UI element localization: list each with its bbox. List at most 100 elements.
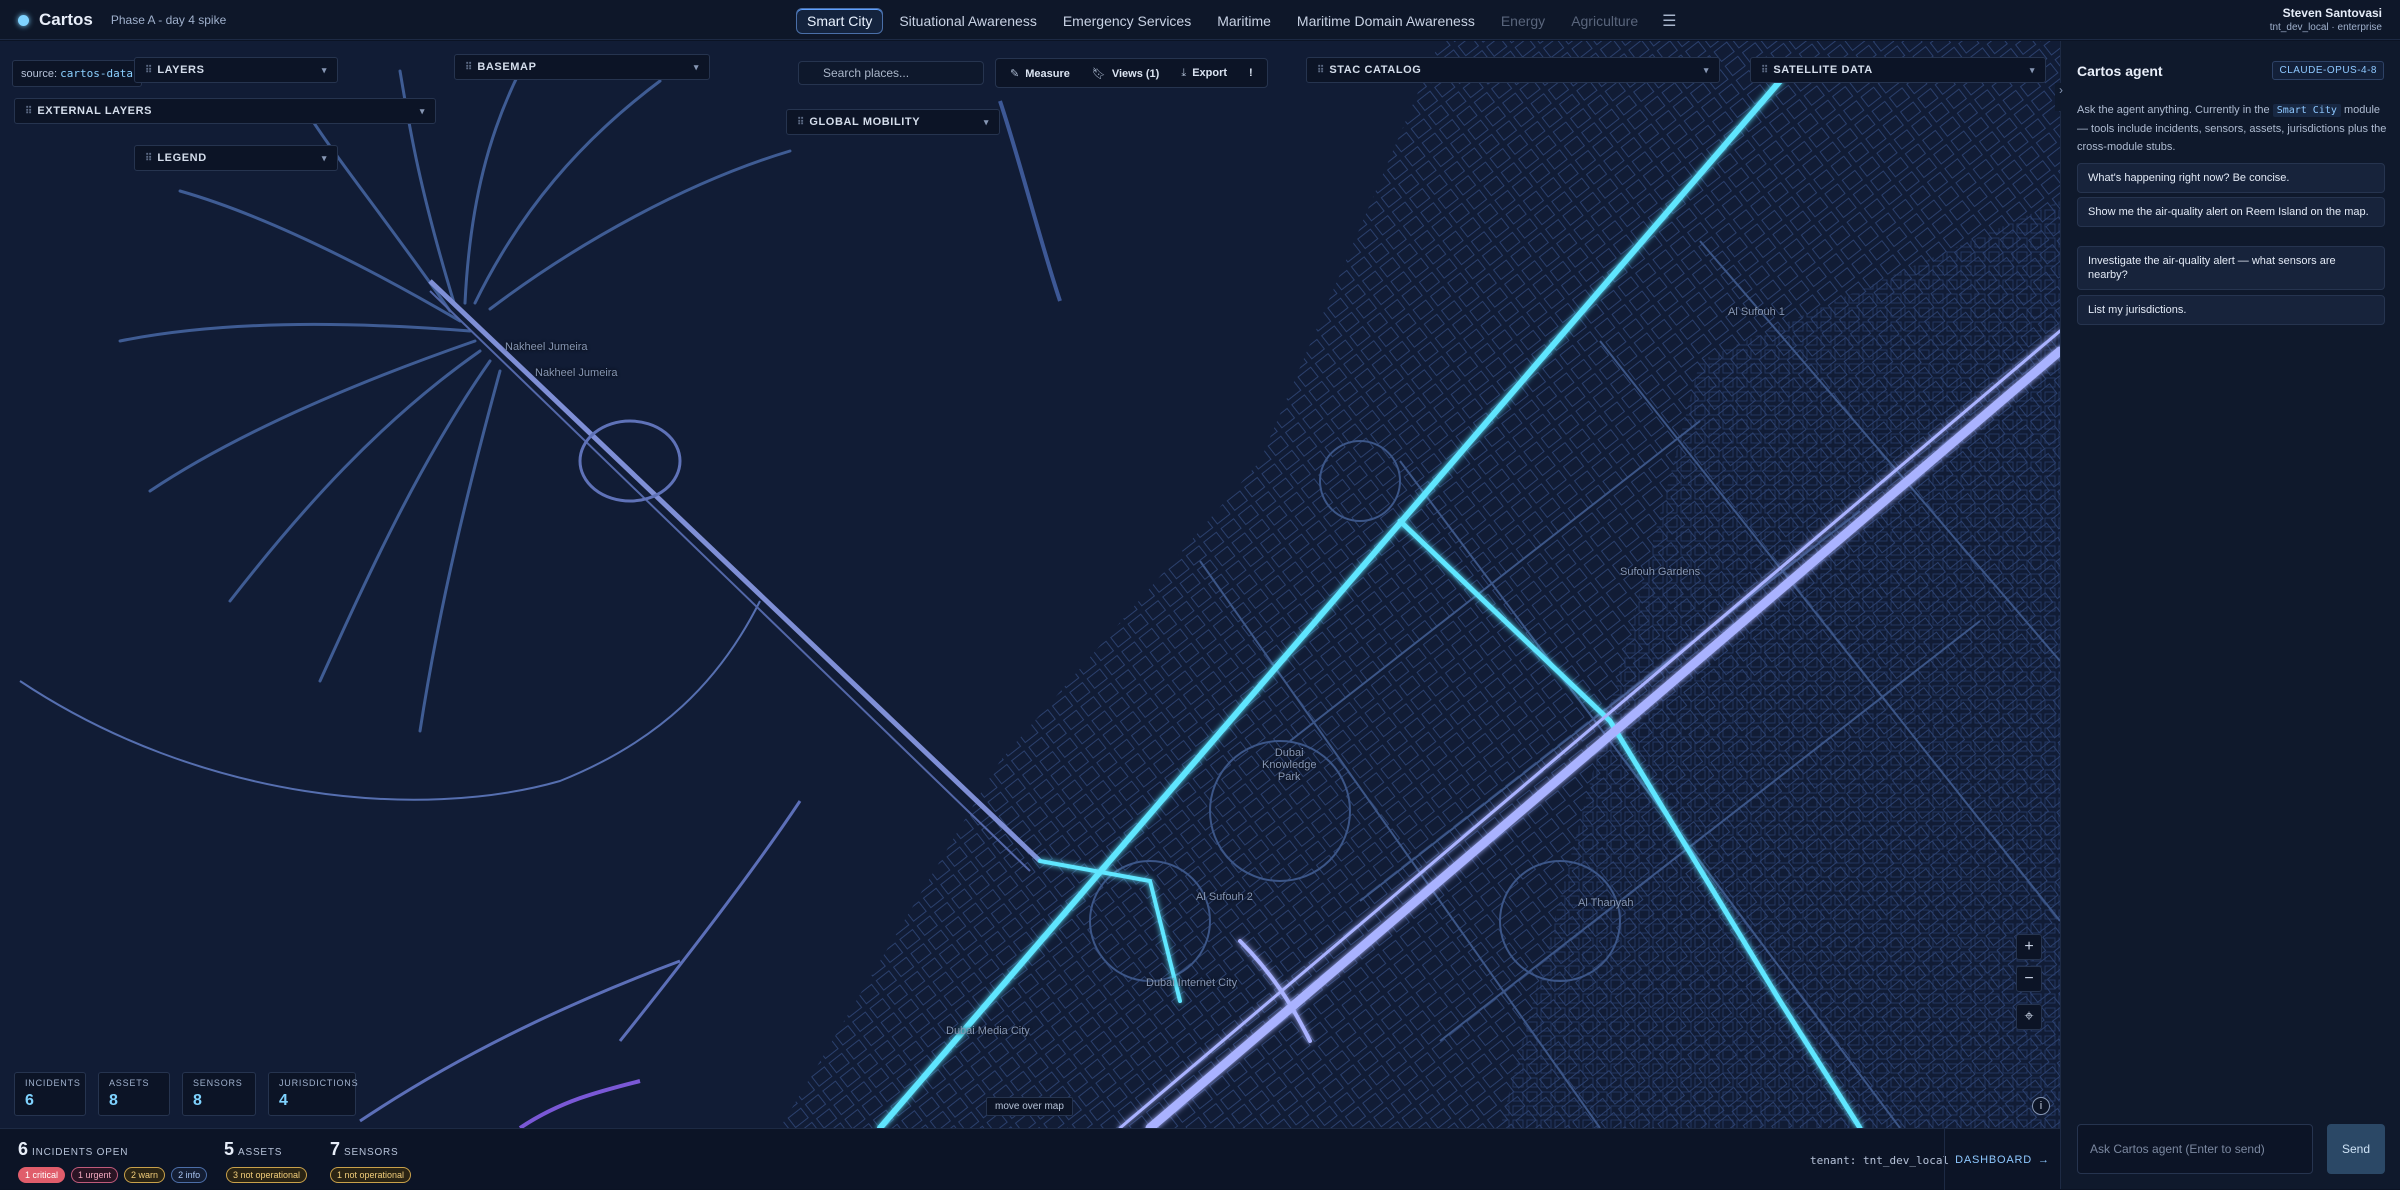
place-label: Dubai Knowledge Park (1262, 747, 1317, 783)
user-tenant: tnt_dev_local · enterprise (2269, 22, 2382, 33)
tab-agriculture[interactable]: Agriculture (1561, 9, 1648, 33)
drag-handle-icon[interactable]: ⠿ (25, 106, 32, 117)
tab-situational-awareness[interactable]: Situational Awareness (889, 9, 1047, 33)
suggestion-button[interactable]: List my jurisdictions. (2077, 295, 2385, 325)
place-label: Al Sufouh 1 (1728, 306, 1785, 318)
drag-handle-icon[interactable]: ⠿ (1317, 65, 1324, 76)
satellite-data-panel[interactable]: ⠿ SATELLITE DATA ▾ (1750, 57, 2046, 83)
dashboard-label: DASHBOARD (1955, 1153, 2033, 1166)
stat-card-assets[interactable]: ASSETS 8 (98, 1072, 170, 1116)
urgent-badge[interactable]: 1 urgent (71, 1167, 119, 1183)
suggestion-button[interactable]: Investigate the air-quality alert — what… (2077, 246, 2385, 290)
stat-label: SENSORS (193, 1078, 243, 1088)
incident-pills: 1 critical 1 urgent 2 warn 2 info (18, 1167, 208, 1183)
drag-handle-icon[interactable]: ⠿ (465, 62, 472, 73)
stac-catalog-panel[interactable]: ⠿ STAC CATALOG ▾ (1306, 57, 1720, 83)
chevron-down-icon: ▾ (419, 105, 425, 116)
basemap-panel[interactable]: ⠿ BASEMAP ▾ (454, 54, 710, 80)
place-search-input[interactable]: Search places... (798, 61, 984, 85)
menu-icon[interactable]: ☰ (1654, 11, 1684, 31)
alert-button[interactable]: ! (1249, 67, 1253, 79)
assets-count: 5 (224, 1139, 235, 1159)
agent-title: Cartos agent (2077, 63, 2163, 79)
sensors-not-operational-badge[interactable]: 1 not operational (330, 1167, 412, 1183)
legend-panel-title: LEGEND (157, 152, 207, 164)
locate-icon[interactable]: ⌖ (2016, 1004, 2042, 1030)
tab-maritime-domain-awareness[interactable]: Maritime Domain Awareness (1287, 9, 1485, 33)
stat-card-incidents[interactable]: INCIDENTS 6 (14, 1072, 86, 1116)
global-mobility-panel[interactable]: ⠿ GLOBAL MOBILITY ▾ (786, 109, 1000, 135)
sensors-summary[interactable]: 7 SENSORS (330, 1139, 399, 1160)
info-badge[interactable]: 2 info (171, 1167, 208, 1183)
stat-label: JURISDICTIONS (279, 1078, 359, 1088)
stat-value: 4 (279, 1092, 288, 1109)
chevron-down-icon: ▾ (1703, 64, 1709, 75)
assets-not-operational-badge[interactable]: 3 not operational (226, 1167, 308, 1183)
agent-intro: Ask the agent anything. Currently in the… (2077, 101, 2387, 156)
tab-energy[interactable]: Energy (1491, 9, 1555, 33)
drag-handle-icon[interactable]: ⠿ (145, 153, 152, 164)
map-basemap-graphics (0, 41, 2060, 1128)
views-button[interactable]: 🔖︎ Views (1) (1092, 67, 1159, 80)
sensors-word: SENSORS (344, 1147, 399, 1158)
map-canvas[interactable]: Nakheel Jumeira Nakheel Jumeira Al Sufou… (0, 41, 2060, 1128)
measure-label: Measure (1025, 67, 1070, 80)
external-layers-panel[interactable]: ⠿ EXTERNAL LAYERS ▾ (14, 98, 436, 124)
ruler-icon: ✎ (1010, 67, 1020, 80)
place-label: Nakheel Jumeira (505, 341, 588, 353)
stat-card-jurisdictions[interactable]: JURISDICTIONS 4 (268, 1072, 359, 1116)
suggestion-button[interactable]: What's happening right now? Be concise. (2077, 163, 2385, 193)
incidents-summary[interactable]: 6 INCIDENTS OPEN (18, 1139, 128, 1160)
tab-maritime[interactable]: Maritime (1207, 9, 1281, 33)
export-button[interactable]: ⤓ Export (1181, 67, 1227, 80)
satellite-data-title: SATELLITE DATA (1773, 64, 1873, 76)
stat-value: 8 (109, 1092, 118, 1109)
measure-button[interactable]: ✎ Measure (1010, 67, 1070, 80)
assets-summary[interactable]: 5 ASSETS (224, 1139, 282, 1160)
sensors-count: 7 (330, 1139, 341, 1159)
chevron-down-icon: ▾ (2029, 64, 2035, 75)
source-indicator: source: cartos-data (12, 60, 142, 87)
incidents-count: 6 (18, 1139, 29, 1159)
stat-label: ASSETS (109, 1078, 150, 1088)
source-value: cartos-data (60, 67, 133, 80)
stat-value: 6 (25, 1092, 34, 1109)
collapse-panel-icon[interactable]: › (2055, 83, 2067, 111)
dashboard-button[interactable]: DASHBOARD → (1944, 1129, 2060, 1190)
chevron-down-icon: ▾ (321, 64, 327, 75)
place-label: Al Sufouh 2 (1196, 891, 1253, 903)
suggestion-button[interactable]: Show me the air-quality alert on Reem Is… (2077, 197, 2385, 227)
info-icon[interactable]: i (2032, 1097, 2050, 1115)
cursor-coordinate-readout: move over map (986, 1097, 1073, 1116)
map-toolbar: ✎ Measure 🔖︎ Views (1) ⤓ Export ! (995, 58, 1268, 88)
warn-badge[interactable]: 2 warn (124, 1167, 166, 1183)
drag-handle-icon[interactable]: ⠿ (145, 65, 152, 76)
tab-smart-city[interactable]: Smart City (796, 8, 884, 34)
tab-emergency-services[interactable]: Emergency Services (1053, 9, 1201, 33)
zoom-out-button[interactable]: − (2016, 966, 2042, 992)
critical-badge[interactable]: 1 critical (18, 1167, 66, 1183)
drag-handle-icon[interactable]: ⠿ (797, 117, 804, 128)
user-info[interactable]: Steven Santovasi tnt_dev_local · enterpr… (2270, 6, 2382, 33)
place-label: Sufouh Gardens (1620, 566, 1701, 578)
layers-panel-title: LAYERS (157, 64, 205, 76)
asset-pills: 3 not operational (226, 1167, 308, 1183)
zoom-in-button[interactable]: + (2016, 934, 2042, 960)
agent-message-input[interactable]: Ask Cartos agent (Enter to send) (2077, 1124, 2313, 1174)
drag-handle-icon[interactable]: ⠿ (1761, 65, 1768, 76)
layers-panel[interactable]: ⠿ LAYERS ▾ (134, 57, 338, 83)
stat-card-sensors[interactable]: SENSORS 8 (182, 1072, 256, 1116)
chevron-down-icon: ▾ (321, 152, 327, 163)
model-badge: CLAUDE-OPUS-4-8 (2272, 61, 2384, 80)
legend-panel[interactable]: ⠿ LEGEND ▾ (134, 145, 338, 171)
brand[interactable]: Cartos Phase A - day 4 spike (18, 10, 226, 30)
phase-label: Phase A - day 4 spike (110, 13, 227, 27)
place-label: Dubai Media City (946, 1025, 1030, 1037)
send-button[interactable]: Send (2327, 1124, 2385, 1174)
incidents-word: INCIDENTS OPEN (32, 1147, 129, 1158)
chevron-down-icon: ▾ (693, 61, 699, 72)
external-layers-title: EXTERNAL LAYERS (37, 105, 153, 117)
global-mobility-title: GLOBAL MOBILITY (809, 116, 921, 128)
stat-value: 8 (193, 1092, 202, 1109)
top-bar: Cartos Phase A - day 4 spike Smart City … (0, 0, 2400, 40)
